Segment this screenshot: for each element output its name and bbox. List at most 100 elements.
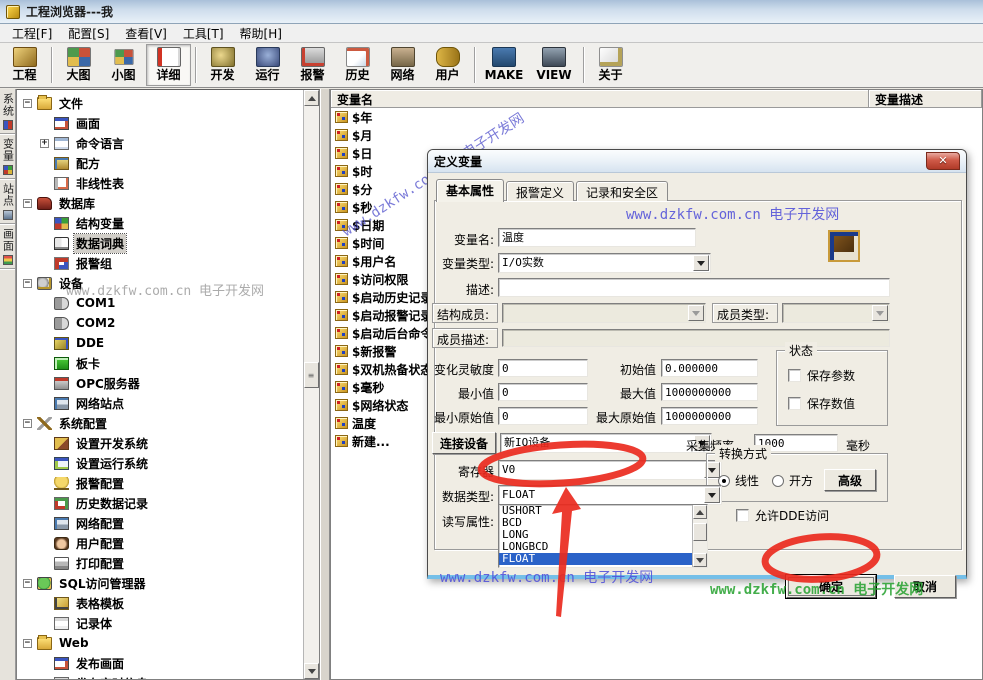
connect-device-button[interactable]: 连接设备: [432, 432, 496, 454]
tree-item[interactable]: 发布实时信息: [17, 673, 319, 680]
save-values-checkbox[interactable]: 保存数值: [788, 395, 855, 412]
menu-item[interactable]: 帮助[H]: [232, 24, 290, 43]
side-tab[interactable]: 画面: [0, 224, 15, 269]
tree-item[interactable]: 设置开发系统: [17, 433, 319, 453]
save-params-checkbox[interactable]: 保存参数: [788, 367, 855, 384]
tree-item[interactable]: 板卡: [17, 353, 319, 373]
panel-splitter[interactable]: [320, 89, 330, 680]
menu-item[interactable]: 查看[V]: [117, 24, 175, 43]
scroll-up-icon[interactable]: [304, 90, 319, 106]
init-value-input[interactable]: 0.000000: [661, 359, 758, 377]
tree-expander-icon[interactable]: [23, 419, 32, 428]
tree-expander-icon[interactable]: [23, 639, 32, 648]
tree-item[interactable]: 结构变量: [17, 213, 319, 233]
var-name-input[interactable]: 温度: [498, 228, 696, 247]
column-header-variable-name[interactable]: 变量名: [331, 90, 869, 107]
toolbar-button[interactable]: 运行: [245, 44, 290, 86]
menu-item[interactable]: 工程[F]: [4, 24, 60, 43]
tree-expander-icon[interactable]: [23, 279, 32, 288]
toolbar-button[interactable]: VIEW: [529, 44, 579, 86]
checkbox-icon[interactable]: [788, 397, 801, 410]
toolbar-button[interactable]: 报警: [290, 44, 335, 86]
tree-item[interactable]: 命令语言: [17, 133, 319, 153]
tree-scrollbar[interactable]: ≡: [303, 90, 319, 679]
tree-scrollbar-thumb[interactable]: ≡: [304, 362, 319, 388]
tree-item[interactable]: 画面: [17, 113, 319, 133]
tree-item[interactable]: 设备: [17, 273, 319, 293]
variable-list-item[interactable]: $年: [331, 108, 982, 126]
tree-item[interactable]: 发布画面: [17, 653, 319, 673]
tree-item[interactable]: 表格模板: [17, 593, 319, 613]
toolbar-button[interactable]: 大图: [56, 44, 101, 86]
toolbar-button[interactable]: [579, 44, 588, 86]
connect-device-combo[interactable]: 新IO设备: [500, 433, 712, 453]
list-scrollbar[interactable]: [692, 505, 707, 567]
toolbar-button[interactable]: 工程: [2, 44, 47, 86]
sqrt-radio[interactable]: 开方: [772, 472, 813, 489]
max-raw-input[interactable]: 1000000000: [661, 407, 758, 425]
tree-item[interactable]: 设置运行系统: [17, 453, 319, 473]
chevron-down-icon[interactable]: [704, 487, 720, 503]
tree-item[interactable]: COM2: [17, 313, 319, 333]
cancel-button[interactable]: 取消: [894, 575, 956, 598]
variable-list-item[interactable]: $月: [331, 126, 982, 144]
scroll-down-icon[interactable]: [304, 663, 319, 679]
tree-item[interactable]: 网络站点: [17, 393, 319, 413]
tree-expander-icon[interactable]: [23, 199, 32, 208]
tree-item[interactable]: DDE: [17, 333, 319, 353]
toolbar-button[interactable]: [191, 44, 200, 86]
advanced-button[interactable]: 高级: [824, 469, 876, 491]
close-icon[interactable]: ✕: [926, 152, 960, 170]
variable-bitmap-icon[interactable]: [828, 230, 860, 262]
toolbar-button[interactable]: 关于: [588, 44, 633, 86]
toolbar-button[interactable]: 详细: [146, 44, 191, 86]
toolbar-button[interactable]: MAKE: [479, 44, 529, 86]
tree-item[interactable]: 报警配置: [17, 473, 319, 493]
dialog-tab[interactable]: 报警定义: [506, 181, 574, 201]
column-header-variable-desc[interactable]: 变量描述: [869, 90, 982, 107]
scroll-up-icon[interactable]: [693, 505, 707, 519]
tree-item[interactable]: 记录体: [17, 613, 319, 633]
linear-radio[interactable]: 线性: [718, 472, 759, 489]
tree-item[interactable]: 数据库: [17, 193, 319, 213]
tree-item[interactable]: Web: [17, 633, 319, 653]
tree-item[interactable]: 配方: [17, 153, 319, 173]
menu-item[interactable]: 工具[T]: [175, 24, 232, 43]
tree-item[interactable]: 数据词典: [17, 233, 319, 253]
tree-item[interactable]: 文件: [17, 93, 319, 113]
toolbar-button[interactable]: 开发: [200, 44, 245, 86]
radio-icon[interactable]: [772, 475, 784, 487]
checkbox-icon[interactable]: [788, 369, 801, 382]
toolbar-button[interactable]: 小图: [101, 44, 146, 86]
tree-item[interactable]: 报警组: [17, 253, 319, 273]
min-input[interactable]: 0: [498, 383, 588, 401]
toolbar-button[interactable]: 历史: [335, 44, 380, 86]
tree-expander-icon[interactable]: [23, 579, 32, 588]
tree-item[interactable]: 用户配置: [17, 533, 319, 553]
tree-item[interactable]: 历史数据记录: [17, 493, 319, 513]
datatype-combo[interactable]: FLOAT: [498, 485, 722, 505]
checkbox-icon[interactable]: [736, 509, 749, 522]
datatype-option[interactable]: FLOAT: [499, 553, 692, 565]
scroll-down-icon[interactable]: [693, 553, 707, 567]
desc-input[interactable]: [498, 278, 890, 297]
datatype-option[interactable]: USHORT: [499, 505, 692, 517]
tree-expander-icon[interactable]: [23, 99, 32, 108]
side-tab[interactable]: 变量: [0, 134, 15, 179]
sensitivity-input[interactable]: 0: [498, 359, 588, 377]
tree-item[interactable]: COM1: [17, 293, 319, 313]
tree-item[interactable]: OPC服务器: [17, 373, 319, 393]
side-tab[interactable]: 站点: [0, 179, 15, 224]
ok-button[interactable]: 确定: [786, 575, 876, 598]
tree-item[interactable]: 系统配置: [17, 413, 319, 433]
dialog-tab[interactable]: 记录和安全区: [576, 181, 668, 201]
allow-dde-checkbox[interactable]: 允许DDE访问: [736, 507, 829, 524]
var-type-combo[interactable]: I/O实数: [498, 253, 711, 273]
max-input[interactable]: 1000000000: [661, 383, 758, 401]
toolbar-button[interactable]: [470, 44, 479, 86]
list-scrollbar-thumb[interactable]: [693, 523, 707, 541]
side-tab[interactable]: 系统: [0, 89, 15, 134]
register-combo[interactable]: V0: [498, 460, 722, 480]
tree-item[interactable]: 非线性表: [17, 173, 319, 193]
tree-expander-icon[interactable]: [40, 139, 49, 148]
